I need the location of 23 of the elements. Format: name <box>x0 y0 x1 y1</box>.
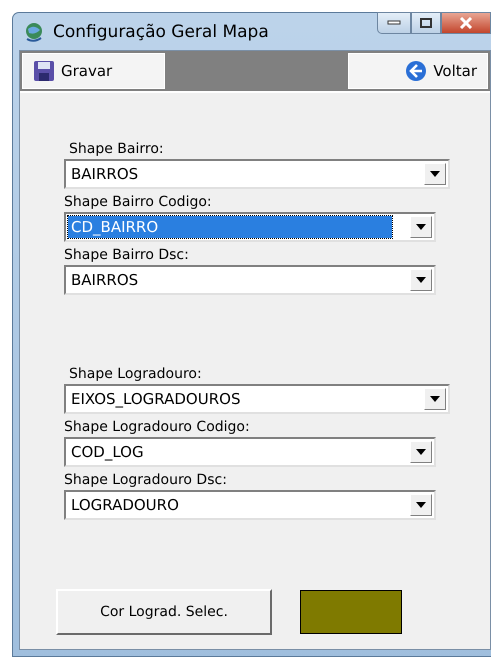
dropdown-field[interactable]: COD_LOG <box>64 437 436 467</box>
minimize-icon <box>387 20 401 26</box>
field-label: Shape Logradouro Codigo: <box>64 418 251 437</box>
dropdown-field[interactable]: EIXOS_LOGRADOUROS <box>64 384 450 414</box>
window-title: Configuração Geral Mapa <box>53 22 269 42</box>
dropdown-field[interactable]: LOGRADOURO <box>64 490 436 520</box>
field-label: Shape Bairro Dsc: <box>64 246 190 265</box>
close-button[interactable] <box>441 12 491 34</box>
maximize-button[interactable] <box>411 12 441 34</box>
field-label: Shape Logradouro: <box>69 365 203 384</box>
field-label: Shape Bairro Codigo: <box>64 193 213 212</box>
dropdown-field[interactable]: BAIRROS <box>64 159 450 189</box>
minimize-button[interactable] <box>377 12 411 34</box>
dropdown-field[interactable]: CD_BAIRRO <box>64 212 436 242</box>
back-button[interactable]: Voltar <box>348 53 488 89</box>
dropdown-field[interactable]: BAIRROS <box>64 265 436 295</box>
save-button[interactable]: Gravar <box>22 53 165 89</box>
field-label: Shape Bairro: <box>69 140 165 159</box>
globe-icon <box>23 20 45 42</box>
close-icon <box>459 17 473 29</box>
color-select-button[interactable]: Cor Lograd. Selec. <box>56 589 272 635</box>
maximize-icon <box>420 18 432 28</box>
field-label: Shape Logradouro Dsc: <box>64 471 228 490</box>
